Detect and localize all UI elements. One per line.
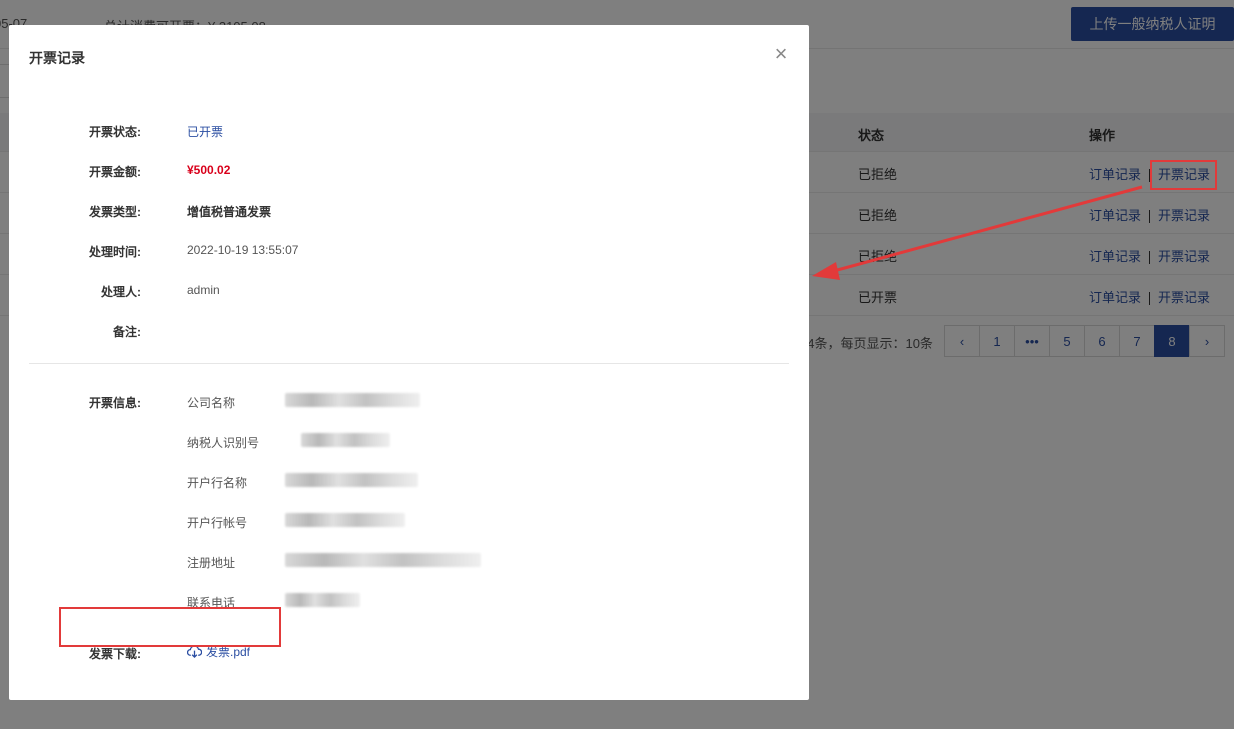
field-amount: 开票金额: ¥500.02	[9, 160, 809, 180]
field-time: 处理时间: 2022-10-19 13:55:07	[9, 240, 809, 260]
redacted-tax-id	[301, 433, 390, 447]
invoice-info-label: 开票信息:	[89, 396, 141, 410]
info-bank-name: 开户行名称	[9, 471, 809, 491]
field-remark: 备注:	[9, 320, 809, 340]
address-key: 注册地址	[187, 556, 236, 570]
time-label: 处理时间:	[89, 245, 141, 259]
info-bank-account: 开户行帐号	[9, 511, 809, 531]
status-label: 开票状态:	[89, 125, 141, 139]
redacted-bank-account	[285, 513, 405, 527]
field-status: 开票状态: 已开票	[9, 120, 809, 140]
invoice-record-modal: 开票记录 × 开票状态: 已开票 开票金额: ¥500.02 发票类型: 增值税…	[9, 25, 809, 700]
redacted-company-name	[285, 393, 420, 407]
redacted-address	[285, 553, 481, 567]
type-label: 发票类型:	[89, 205, 141, 219]
info-company: 开票信息: 公司名称	[9, 391, 809, 411]
divider	[29, 363, 789, 364]
bank-name-key: 开户行名称	[187, 476, 248, 490]
type-value: 增值税普通发票	[187, 205, 272, 219]
handler-value: admin	[187, 283, 220, 297]
remark-label: 备注:	[113, 325, 141, 339]
field-handler: 处理人: admin	[9, 280, 809, 300]
highlight-box-download	[59, 607, 281, 647]
bank-account-key: 开户行帐号	[187, 516, 248, 530]
time-value: 2022-10-19 13:55:07	[187, 243, 299, 257]
info-address: 注册地址	[9, 551, 809, 571]
redacted-bank-name	[285, 473, 418, 487]
redacted-phone	[285, 593, 360, 607]
close-icon[interactable]: ×	[771, 41, 791, 66]
company-name-key: 公司名称	[187, 396, 236, 410]
status-value: 已开票	[187, 125, 224, 139]
info-taxid: 纳税人识别号	[9, 431, 809, 451]
modal-title: 开票记录	[29, 50, 85, 66]
amount-label: 开票金额:	[89, 165, 141, 179]
field-type: 发票类型: 增值税普通发票	[9, 200, 809, 220]
tax-id-key: 纳税人识别号	[187, 436, 260, 450]
handler-label: 处理人:	[101, 285, 141, 299]
amount-value: ¥500.02	[187, 163, 231, 177]
download-label: 发票下载:	[89, 647, 141, 661]
